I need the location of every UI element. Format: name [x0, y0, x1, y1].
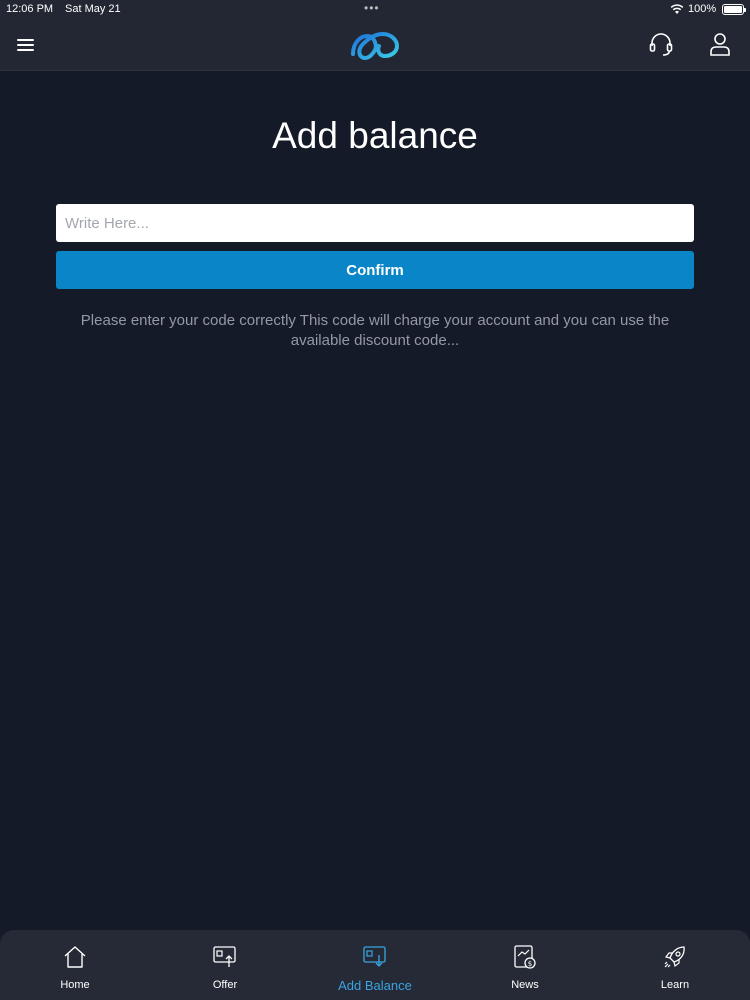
svg-text:$: $	[528, 960, 532, 968]
tab-label: Learn	[660, 979, 690, 991]
hamburger-menu-icon[interactable]	[14, 33, 38, 57]
offer-icon	[213, 946, 236, 967]
home-icon	[64, 946, 86, 968]
page-title: Add balance	[272, 115, 478, 156]
status-date: Sat May 21	[65, 3, 121, 15]
tab-learn[interactable]: Learn	[600, 930, 750, 1000]
tab-label: Offer	[212, 979, 238, 991]
status-bar: 12:06 PM Sat May 21 ••• 100%	[0, 0, 750, 20]
tab-label: Home	[60, 979, 90, 991]
battery-percentage: 100%	[688, 3, 717, 15]
tab-add-balance[interactable]: Add Balance	[300, 930, 450, 1000]
multitasking-dots-icon[interactable]: •••	[364, 1, 380, 15]
news-icon: $	[514, 945, 536, 969]
app-header	[0, 20, 750, 71]
confirm-button[interactable]: Confirm	[56, 251, 694, 289]
bottom-tab-bar: Home Offer Add Balance $ News Learn	[0, 930, 750, 1000]
user-icon[interactable]	[707, 31, 733, 57]
tab-home[interactable]: Home	[0, 930, 150, 1000]
tab-label: News	[511, 979, 539, 991]
status-time: 12:06 PM	[6, 3, 54, 15]
tab-label: Add Balance	[338, 978, 412, 993]
add-balance-icon	[363, 946, 386, 967]
wifi-icon	[670, 4, 684, 14]
tab-offer[interactable]: Offer	[150, 930, 300, 1000]
headset-icon[interactable]	[648, 31, 674, 57]
tab-news[interactable]: $ News	[450, 930, 600, 1000]
code-input[interactable]	[56, 204, 694, 242]
battery-icon	[722, 4, 746, 15]
help-text: Please enter your code correctly This co…	[80, 312, 670, 349]
infinity-logo-icon[interactable]	[349, 28, 401, 62]
rocket-icon	[664, 946, 685, 968]
